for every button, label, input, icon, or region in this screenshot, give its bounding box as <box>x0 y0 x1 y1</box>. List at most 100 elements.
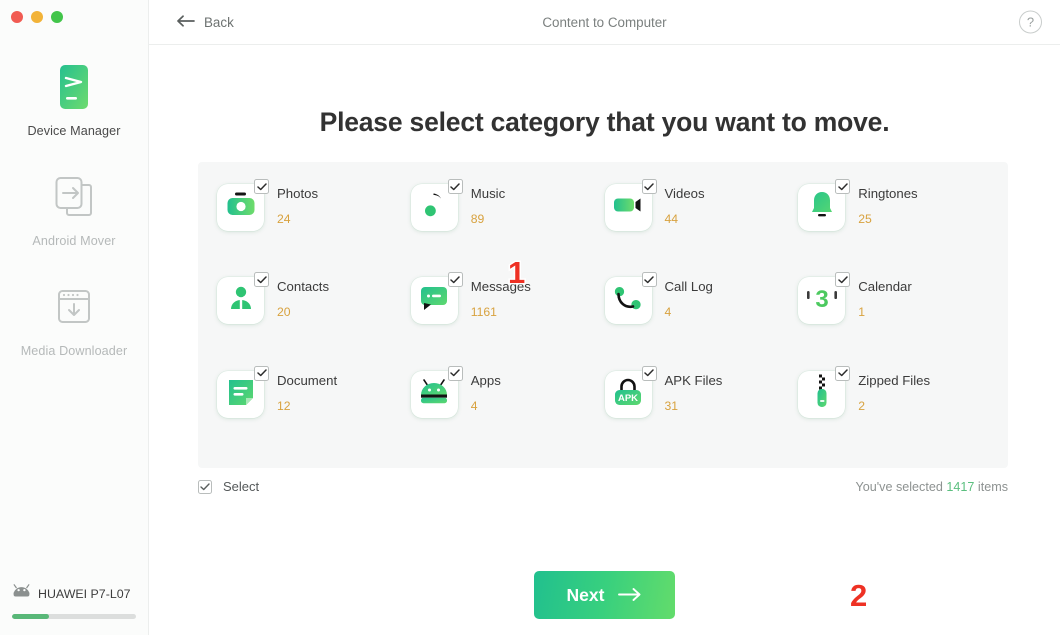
next-button[interactable]: Next <box>534 571 675 619</box>
minimize-window-button[interactable] <box>31 11 43 23</box>
sidebar-item-label: Media Downloader <box>20 344 128 358</box>
selection-suffix: items <box>974 479 1008 494</box>
contact-person-icon <box>227 284 255 317</box>
phone-handset-icon <box>613 284 643 317</box>
bell-icon <box>809 190 835 225</box>
category-checkbox[interactable] <box>254 272 269 288</box>
sidebar-item-media-downloader[interactable]: Media Downloader <box>0 282 148 358</box>
category-count: 12 <box>277 398 291 413</box>
category-tile[interactable] <box>410 365 463 418</box>
sidebar-item-device-manager[interactable]: Device Manager <box>0 62 148 138</box>
category-checkbox[interactable] <box>254 179 269 194</box>
category-tile[interactable] <box>217 179 269 231</box>
category-name: Zipped Files <box>858 372 931 388</box>
category-zipped-files[interactable]: Zipped Files 2 <box>798 362 992 455</box>
video-camera-icon <box>613 194 643 221</box>
camera-icon <box>226 191 256 224</box>
arrow-right-icon <box>618 585 642 606</box>
category-ringtones[interactable]: Ringtones 25 <box>798 175 992 268</box>
window-traffic-lights <box>11 11 63 23</box>
category-tile[interactable] <box>410 272 463 325</box>
category-contacts[interactable]: Contacts 20 <box>217 268 411 361</box>
document-icon <box>227 377 255 412</box>
next-button-row: Next <box>149 571 1060 619</box>
selection-count-info: You've selected 1417 items <box>856 480 1009 494</box>
help-button[interactable]: ? <box>1019 10 1042 34</box>
category-videos[interactable]: Videos 44 <box>604 175 799 268</box>
category-call-log[interactable]: Call Log 4 <box>604 268 799 361</box>
category-name: Photos <box>277 186 319 201</box>
category-tile[interactable] <box>604 272 657 325</box>
category-checkbox[interactable] <box>447 272 463 288</box>
android-robot-icon <box>12 584 31 603</box>
category-checkbox[interactable] <box>835 179 851 194</box>
annotation-badge-1: 1 <box>506 255 526 290</box>
category-count: 31 <box>664 398 679 413</box>
music-note-icon <box>421 190 447 225</box>
category-tile[interactable] <box>217 365 269 418</box>
device-storage-progress <box>12 614 136 619</box>
category-apps[interactable]: Apps 4 <box>410 362 605 455</box>
question-mark-icon: ? <box>1026 14 1035 30</box>
device-name-label: HUAWEI P7-L07 <box>38 586 131 601</box>
window-title: Content to Computer <box>542 14 667 30</box>
selection-count: 1417 <box>946 479 975 494</box>
device-storage-progress-fill <box>12 614 50 619</box>
category-count: 4 <box>470 398 478 413</box>
connected-device-panel[interactable]: HUAWEI P7-L07 <box>0 584 148 619</box>
category-checkbox[interactable] <box>447 179 463 194</box>
sidebar-item-android-mover[interactable]: Android Mover <box>0 172 148 248</box>
category-checkbox[interactable] <box>447 365 463 381</box>
svg-text:3: 3 <box>815 286 828 312</box>
category-checkbox[interactable] <box>641 272 657 288</box>
category-count: 44 <box>664 212 679 226</box>
sidebar-item-label: Device Manager <box>27 124 121 138</box>
select-all-checkbox[interactable]: Select <box>198 479 259 494</box>
sidebar: Device Manager Android Mover Media Downl… <box>0 0 149 635</box>
category-name: Apps <box>470 372 501 388</box>
sidebar-item-label: Android Mover <box>32 234 116 248</box>
category-name: Document <box>277 372 338 388</box>
maximize-window-button[interactable] <box>51 11 63 23</box>
zip-file-icon <box>812 374 832 415</box>
category-checkbox[interactable] <box>254 365 269 381</box>
category-checkbox[interactable] <box>641 365 657 381</box>
media-downloader-icon <box>51 282 97 332</box>
category-tile[interactable] <box>410 179 463 231</box>
titlebar: Back Content to Computer ? <box>149 0 1060 45</box>
android-apps-icon <box>418 378 450 410</box>
category-name: Contacts <box>277 279 330 295</box>
category-tile[interactable] <box>217 272 269 325</box>
category-name: Music <box>470 186 506 201</box>
selection-footer: Select You've selected 1417 items <box>198 479 1008 494</box>
category-apk-files[interactable]: APK APK Files 31 <box>604 362 799 455</box>
category-name: Videos <box>664 186 705 201</box>
category-photos[interactable]: Photos 24 <box>217 175 411 268</box>
category-checkbox[interactable] <box>835 272 851 288</box>
android-mover-icon <box>51 172 97 222</box>
svg-text:APK: APK <box>618 393 638 404</box>
app-window: Device Manager Android Mover Media Downl… <box>0 0 1060 635</box>
checkbox-box[interactable] <box>198 479 212 494</box>
select-all-label: Select <box>223 479 260 494</box>
close-window-button[interactable] <box>11 11 23 23</box>
category-checkbox[interactable] <box>835 365 851 381</box>
back-button[interactable]: Back <box>177 15 234 30</box>
category-tile[interactable]: APK <box>604 365 657 418</box>
category-tile[interactable]: 3 <box>798 272 851 325</box>
category-count: 1 <box>858 305 866 320</box>
category-tile[interactable] <box>798 365 851 418</box>
category-name: APK Files <box>664 372 723 388</box>
category-document[interactable]: Document 12 <box>217 362 411 455</box>
category-count: 89 <box>470 212 485 226</box>
selection-prefix: You've selected <box>855 479 947 494</box>
back-button-label: Back <box>204 14 234 30</box>
category-tile[interactable] <box>604 179 657 231</box>
category-calendar[interactable]: 3 Calendar 1 <box>798 268 992 361</box>
category-tile[interactable] <box>798 179 851 231</box>
category-count: 4 <box>664 305 672 320</box>
category-checkbox[interactable] <box>641 179 657 194</box>
main-area: Back Content to Computer ? Please select… <box>149 0 1060 635</box>
device-manager-icon <box>51 62 97 112</box>
page-title: Please select category that you want to … <box>319 107 890 137</box>
